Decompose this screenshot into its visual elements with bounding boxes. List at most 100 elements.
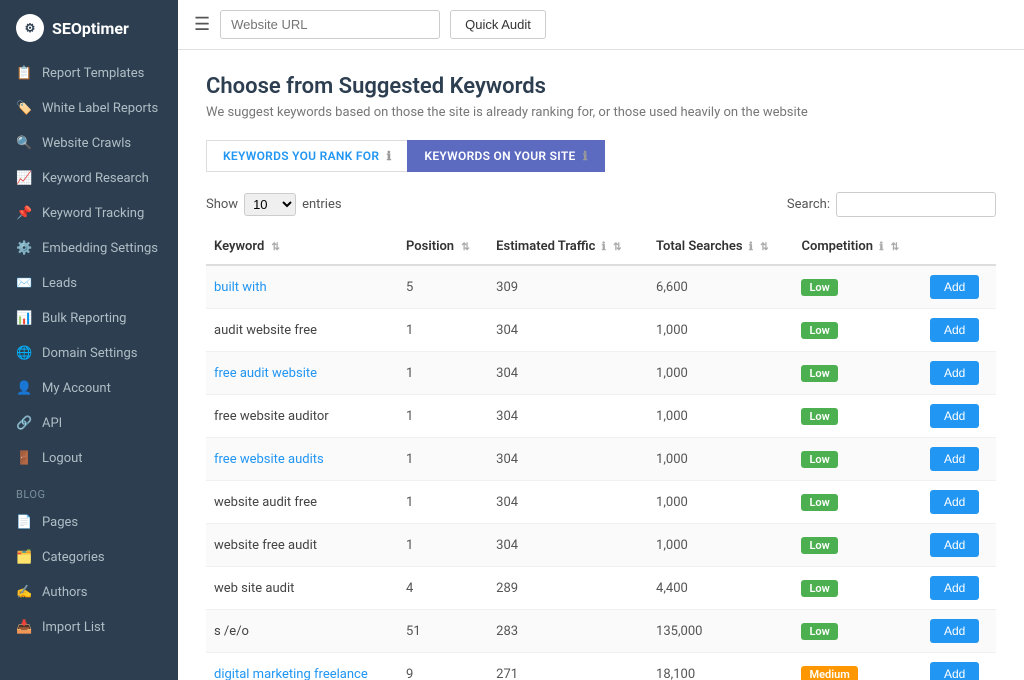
add-keyword-button[interactable]: Add xyxy=(930,447,979,471)
cell-position: 1 xyxy=(398,395,488,438)
sidebar-icon-api: 🔗 xyxy=(16,416,32,431)
add-keyword-button[interactable]: Add xyxy=(930,361,979,385)
competition-badge: Low xyxy=(801,494,837,511)
sidebar-item-logout[interactable]: 🚪 Logout xyxy=(0,441,178,476)
sidebar-item-categories[interactable]: 🗂️ Categories xyxy=(0,540,178,575)
cell-position: 1 xyxy=(398,309,488,352)
sidebar-item-report-templates[interactable]: 📋 Report Templates xyxy=(0,56,178,91)
sidebar-item-keyword-research[interactable]: 📈 Keyword Research xyxy=(0,161,178,196)
tab-keywords-rank[interactable]: KEYWORDS YOU RANK FOR ℹ xyxy=(206,140,407,172)
sidebar-item-bulk-reporting[interactable]: 📊 Bulk Reporting xyxy=(0,301,178,336)
sidebar-icon-pages: 📄 xyxy=(16,515,32,530)
entries-select[interactable]: 10 25 50 100 xyxy=(244,193,296,216)
cell-keyword: free website audits xyxy=(206,438,398,481)
competition-badge: Low xyxy=(801,279,837,296)
sidebar-icon-logout: 🚪 xyxy=(16,451,32,466)
sidebar-item-authors[interactable]: ✍️ Authors xyxy=(0,575,178,610)
sidebar-item-leads[interactable]: ✉️ Leads xyxy=(0,266,178,301)
cell-keyword: free website auditor xyxy=(206,395,398,438)
sidebar-icon-bulk-reporting: 📊 xyxy=(16,311,32,326)
sidebar-item-website-crawls[interactable]: 🔍 Website Crawls xyxy=(0,126,178,161)
cell-competition: Low xyxy=(793,438,922,481)
cell-keyword: audit website free xyxy=(206,309,398,352)
sidebar-item-api[interactable]: 🔗 API xyxy=(0,406,178,441)
add-keyword-button[interactable]: Add xyxy=(930,404,979,428)
sidebar-icon-report-templates: 📋 xyxy=(16,66,32,81)
cell-action: Add xyxy=(922,653,996,680)
sort-traffic-icon[interactable]: ⇅ xyxy=(613,242,621,253)
cell-position: 9 xyxy=(398,653,488,680)
tab-keywords-site[interactable]: KEYWORDS ON YOUR SITE ℹ xyxy=(407,140,604,172)
cell-traffic: 271 xyxy=(488,653,648,680)
logo-text: SEOptimer xyxy=(52,19,129,38)
sort-position-icon[interactable]: ⇅ xyxy=(461,242,469,253)
sidebar: ⚙ SEOptimer 📋 Report Templates🏷️ White L… xyxy=(0,0,178,680)
url-input[interactable] xyxy=(220,10,440,39)
competition-info-icon[interactable]: ℹ xyxy=(879,240,883,253)
sidebar-label-import-list: Import List xyxy=(42,620,105,635)
col-searches: Total Searches ℹ ⇅ xyxy=(648,229,793,265)
page-subtitle: We suggest keywords based on those the s… xyxy=(206,105,996,120)
cell-position: 51 xyxy=(398,610,488,653)
competition-badge: Low xyxy=(801,580,837,597)
cell-competition: Low xyxy=(793,395,922,438)
cell-position: 1 xyxy=(398,481,488,524)
sort-competition-icon[interactable]: ⇅ xyxy=(891,242,899,253)
table-row: audit website free 1 304 1,000 Low Add xyxy=(206,309,996,352)
cell-action: Add xyxy=(922,567,996,610)
sidebar-item-keyword-tracking[interactable]: 📌 Keyword Tracking xyxy=(0,196,178,231)
tab-site-info-icon[interactable]: ℹ xyxy=(583,149,588,163)
cell-competition: Low xyxy=(793,567,922,610)
cell-traffic: 304 xyxy=(488,395,648,438)
sidebar-icon-embedding-settings: ⚙️ xyxy=(16,241,32,256)
add-keyword-button[interactable]: Add xyxy=(930,619,979,643)
add-keyword-button[interactable]: Add xyxy=(930,490,979,514)
sidebar-item-import-list[interactable]: 📥 Import List xyxy=(0,610,178,645)
sidebar-item-domain-settings[interactable]: 🌐 Domain Settings xyxy=(0,336,178,371)
cell-keyword: built with xyxy=(206,265,398,309)
table-row: free website audits 1 304 1,000 Low Add xyxy=(206,438,996,481)
sidebar-item-white-label-reports[interactable]: 🏷️ White Label Reports xyxy=(0,91,178,126)
cell-keyword: website free audit xyxy=(206,524,398,567)
cell-competition: Low xyxy=(793,352,922,395)
add-keyword-button[interactable]: Add xyxy=(930,318,979,342)
table-row: built with 5 309 6,600 Low Add xyxy=(206,265,996,309)
sort-keyword-icon[interactable]: ⇅ xyxy=(272,242,280,253)
col-position: Position ⇅ xyxy=(398,229,488,265)
traffic-info-icon[interactable]: ℹ xyxy=(602,240,606,253)
hamburger-icon[interactable]: ☰ xyxy=(194,14,210,35)
cell-searches: 1,000 xyxy=(648,395,793,438)
table-row: digital marketing freelance 9 271 18,100… xyxy=(206,653,996,680)
competition-badge: Medium xyxy=(801,666,857,680)
col-action xyxy=(922,229,996,265)
topbar: ☰ Quick Audit xyxy=(178,0,1024,50)
quick-audit-button[interactable]: Quick Audit xyxy=(450,10,546,39)
col-competition: Competition ℹ ⇅ xyxy=(793,229,922,265)
cell-searches: 135,000 xyxy=(648,610,793,653)
cell-traffic: 304 xyxy=(488,309,648,352)
add-keyword-button[interactable]: Add xyxy=(930,533,979,557)
sidebar-icon-import-list: 📥 xyxy=(16,620,32,635)
table-controls-top: Show 10 25 50 100 entries Search: xyxy=(206,192,996,217)
sidebar-item-my-account[interactable]: 👤 My Account xyxy=(0,371,178,406)
competition-badge: Low xyxy=(801,322,837,339)
cell-competition: Low xyxy=(793,524,922,567)
search-input[interactable] xyxy=(836,192,996,217)
sidebar-label-bulk-reporting: Bulk Reporting xyxy=(42,311,126,326)
add-keyword-button[interactable]: Add xyxy=(930,275,979,299)
searches-info-icon[interactable]: ℹ xyxy=(749,240,753,253)
add-keyword-button[interactable]: Add xyxy=(930,662,979,680)
add-keyword-button[interactable]: Add xyxy=(930,576,979,600)
page-title: Choose from Suggested Keywords xyxy=(206,74,996,99)
tab-rank-info-icon[interactable]: ℹ xyxy=(387,149,392,163)
cell-searches: 1,000 xyxy=(648,352,793,395)
sidebar-label-authors: Authors xyxy=(42,585,88,600)
cell-action: Add xyxy=(922,395,996,438)
sidebar-item-embedding-settings[interactable]: ⚙️ Embedding Settings xyxy=(0,231,178,266)
sort-searches-icon[interactable]: ⇅ xyxy=(760,242,768,253)
content-area: Choose from Suggested Keywords We sugges… xyxy=(178,50,1024,680)
cell-position: 1 xyxy=(398,352,488,395)
table-row: web site audit 4 289 4,400 Low Add xyxy=(206,567,996,610)
sidebar-label-keyword-research: Keyword Research xyxy=(42,171,149,186)
sidebar-item-pages[interactable]: 📄 Pages xyxy=(0,505,178,540)
